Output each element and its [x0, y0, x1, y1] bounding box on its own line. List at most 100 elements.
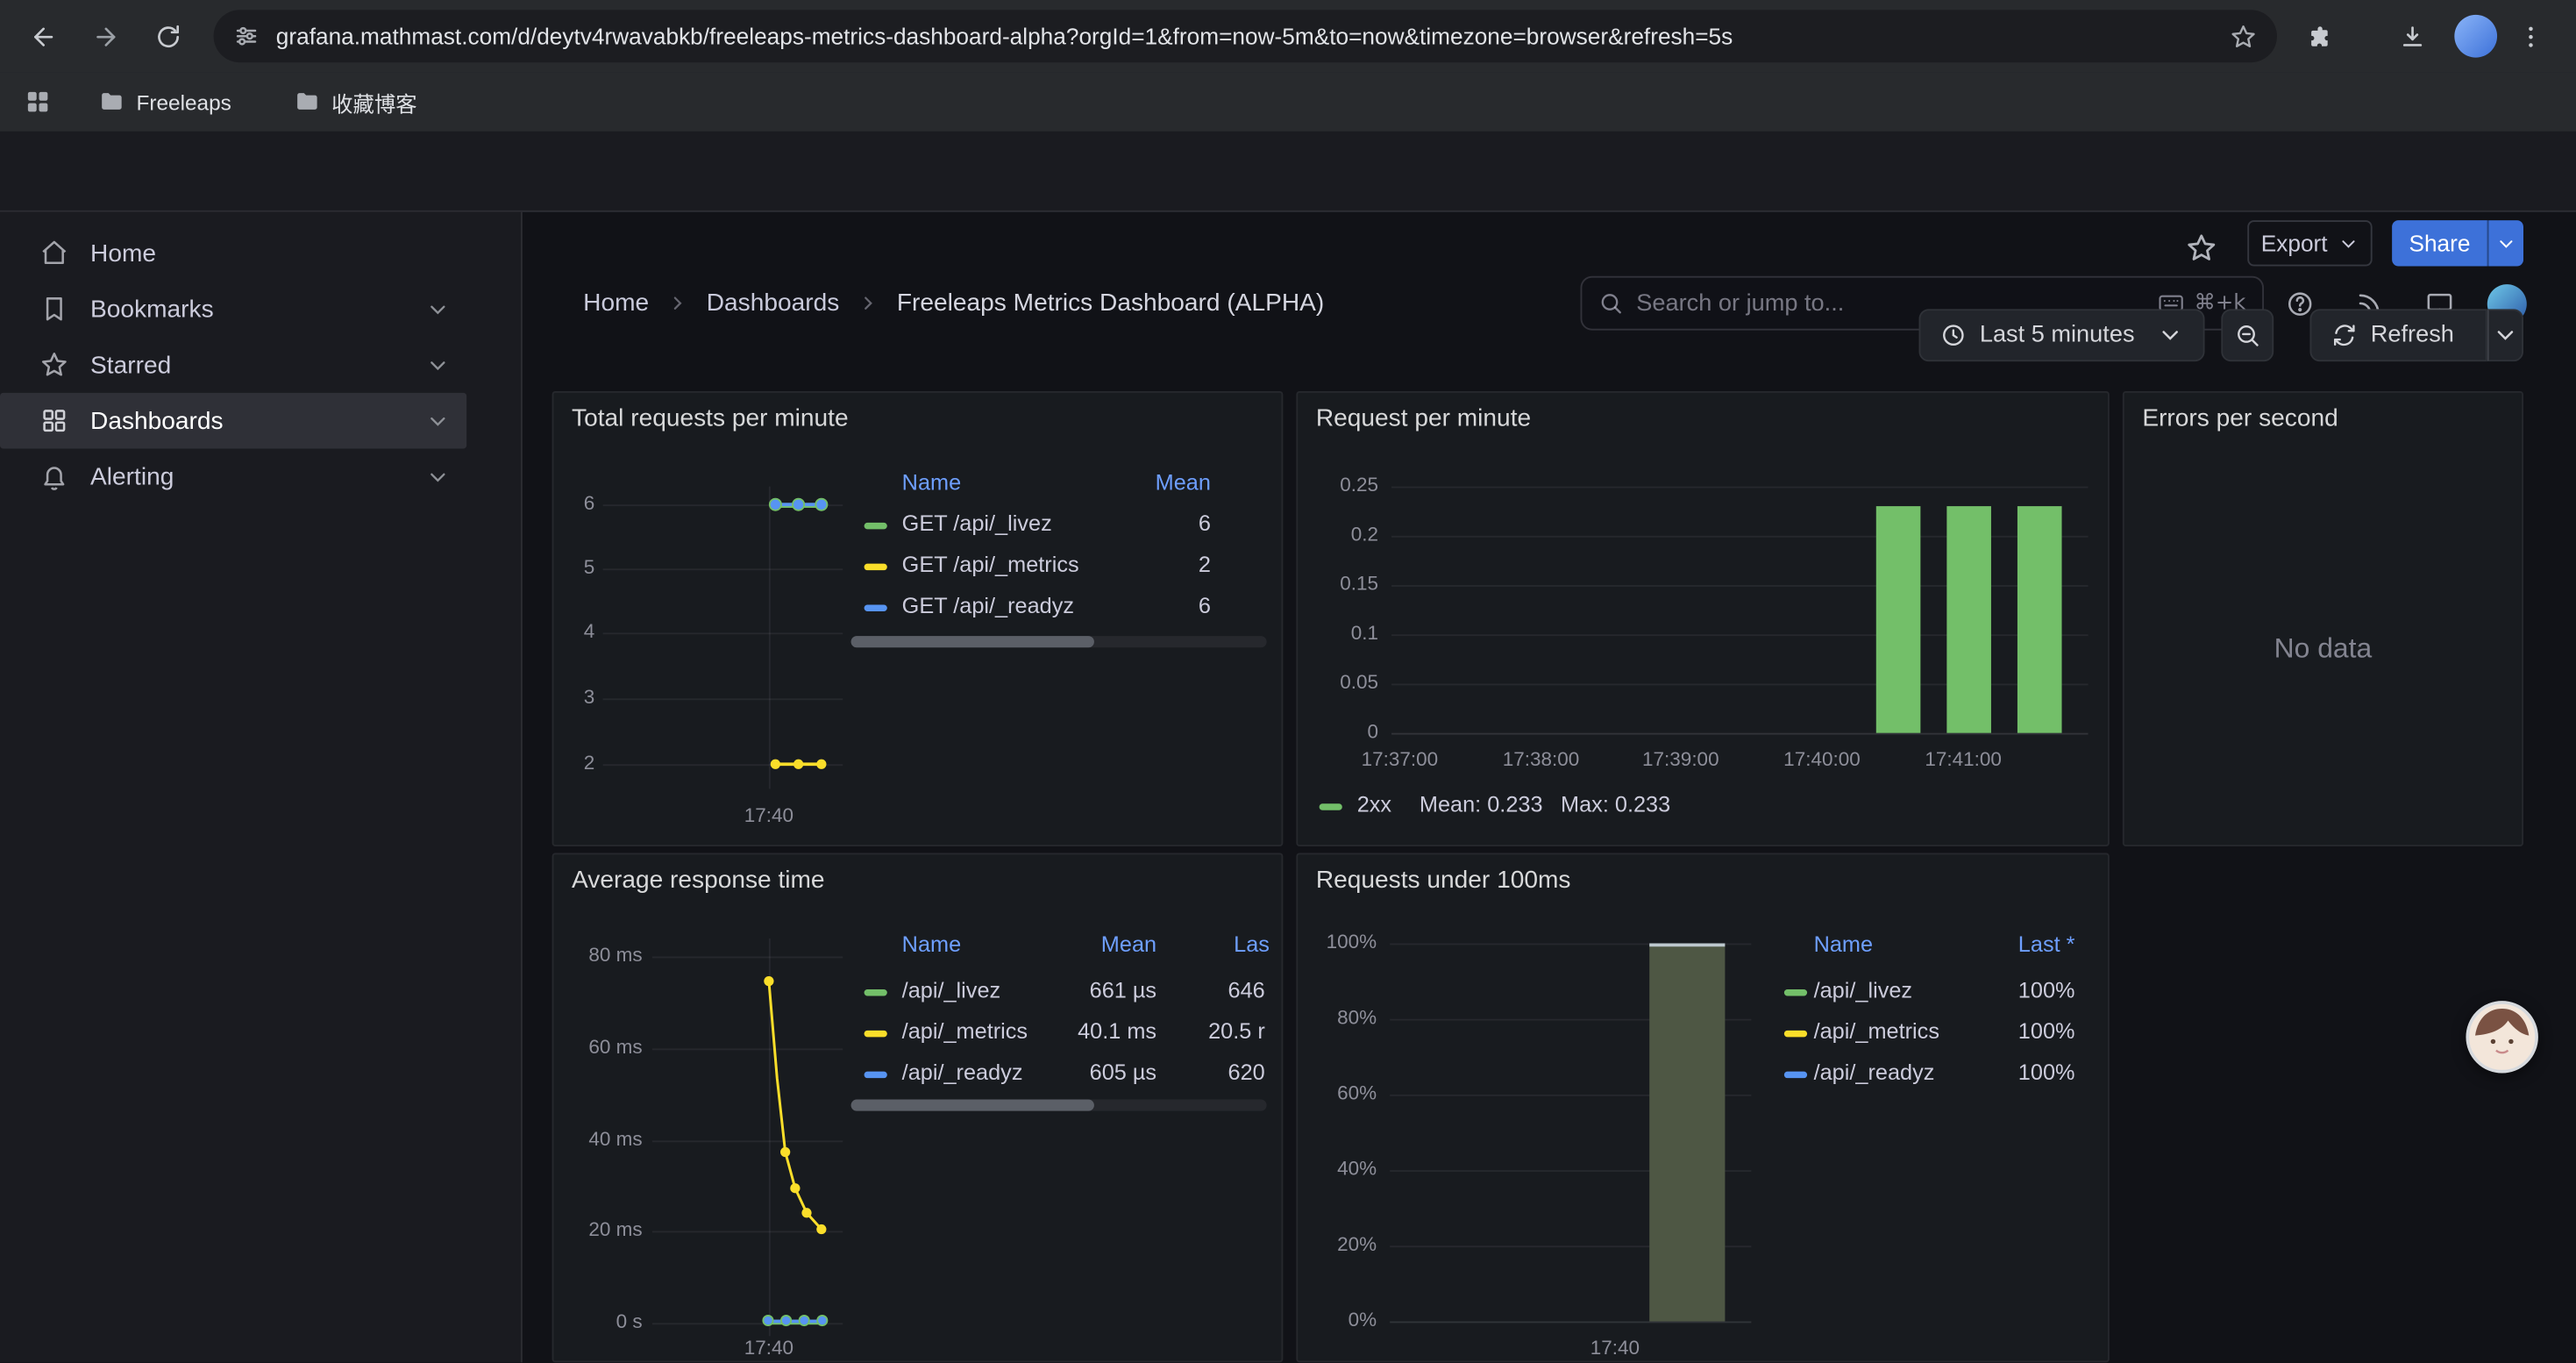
- legend-row: /api/_livez 100%: [1298, 978, 2108, 1008]
- screen: grafana.mathmast.com/d/deytv4rwavabkb/fr…: [0, 0, 2576, 1362]
- time-range-picker[interactable]: Last 5 minutes: [1919, 309, 2205, 361]
- bookmark-icon: [39, 294, 69, 324]
- download-icon[interactable]: [2388, 13, 2434, 59]
- y-tick: 100%: [1305, 931, 1377, 953]
- legend-series-name[interactable]: /api/_livez: [902, 978, 1001, 1003]
- sidebar-item-label: Home: [90, 239, 466, 268]
- url-text[interactable]: grafana.mathmast.com/d/deytv4rwavabkb/fr…: [276, 23, 2230, 49]
- y-tick: 20%: [1305, 1232, 1377, 1255]
- chevron-down-icon[interactable]: [423, 352, 450, 378]
- legend-series-name[interactable]: GET /api/_metrics: [902, 553, 1079, 577]
- series-swatch: [1784, 989, 1807, 995]
- sidebar: Home Bookmarks Starred Dashboards Alerti…: [0, 212, 523, 1363]
- x-tick: 17:41:00: [1906, 748, 2021, 771]
- chevron-down-icon[interactable]: [423, 296, 450, 322]
- panel-title[interactable]: Average response time: [572, 866, 825, 894]
- apps-icon: [39, 406, 69, 436]
- plot-area[interactable]: [553, 459, 854, 796]
- sidebar-item-dashboards[interactable]: Dashboards: [0, 393, 466, 449]
- legend-series-name[interactable]: /api/_readyz: [1814, 1060, 1935, 1085]
- series-swatch: [865, 989, 887, 995]
- y-tick: 0 s: [564, 1309, 643, 1332]
- chevron-right-icon: [857, 293, 879, 314]
- share-menu-button[interactable]: [2487, 220, 2523, 266]
- export-button[interactable]: Export: [2247, 220, 2372, 266]
- legend-series-name[interactable]: /api/_metrics: [902, 1019, 1028, 1044]
- legend-row: 2xx Mean: 0.233 Max: 0.233: [1298, 792, 2108, 822]
- chevron-down-icon: [2157, 322, 2183, 348]
- forward-icon[interactable]: [82, 13, 128, 59]
- legend-series-name[interactable]: /api/_metrics: [1814, 1019, 1939, 1044]
- legend-series-name[interactable]: /api/_livez: [1814, 978, 1913, 1003]
- url-bar[interactable]: grafana.mathmast.com/d/deytv4rwavabkb/fr…: [214, 10, 2277, 62]
- bookmark-item[interactable]: 收藏博客: [284, 81, 427, 124]
- bookmark-item[interactable]: Freeleaps: [89, 81, 241, 124]
- legend-header-last[interactable]: Las: [1234, 931, 1270, 956]
- x-tick: 17:38:00: [1484, 748, 1598, 771]
- scrollbar-thumb[interactable]: [851, 636, 1094, 647]
- extensions-icon[interactable]: [2295, 13, 2341, 59]
- breadcrumb-dashboards[interactable]: Dashboards: [707, 289, 840, 318]
- floating-assistant-avatar[interactable]: [2466, 1001, 2537, 1073]
- legend-row: GET /api/_metrics 2: [553, 553, 1281, 582]
- zoom-out-button[interactable]: [2221, 309, 2274, 361]
- legend-series-last: 646: [1228, 978, 1265, 1003]
- x-tick: 17:40: [1566, 1336, 1664, 1359]
- bookmark-label: 收藏博客: [331, 86, 416, 118]
- panel-title[interactable]: Errors per second: [2142, 404, 2338, 432]
- breadcrumb: Home Dashboards Freeleaps Metrics Dashbo…: [583, 263, 1324, 344]
- legend-series-last: 100%: [2018, 1060, 2075, 1085]
- chevron-down-icon[interactable]: [423, 463, 450, 489]
- series-swatch: [1784, 1072, 1807, 1078]
- legend-scrollbar[interactable]: [851, 1100, 1267, 1111]
- legend-series-name[interactable]: 2xx: [1357, 792, 1391, 817]
- apps-grid-icon[interactable]: [23, 87, 53, 117]
- legend-series-name[interactable]: GET /api/_readyz: [902, 593, 1074, 617]
- sidebar-item-starred[interactable]: Starred: [0, 337, 466, 393]
- legend-header-mean[interactable]: Mean: [1156, 470, 1211, 495]
- star-icon: [39, 350, 69, 380]
- y-tick: 0.05: [1311, 670, 1378, 693]
- sidebar-item-home[interactable]: Home: [0, 225, 466, 282]
- series-swatch: [865, 1031, 887, 1037]
- refresh-button[interactable]: Refresh: [2309, 309, 2487, 361]
- legend-header-name[interactable]: Name: [902, 470, 961, 495]
- legend-series-name[interactable]: /api/_readyz: [902, 1060, 1023, 1085]
- legend-header-name[interactable]: Name: [902, 931, 961, 956]
- reload-icon[interactable]: [145, 13, 190, 59]
- favorite-dashboard-star-icon[interactable]: [2181, 228, 2221, 268]
- back-icon[interactable]: [19, 13, 65, 59]
- scrollbar-thumb[interactable]: [851, 1100, 1094, 1111]
- browser-toolbar: grafana.mathmast.com/d/deytv4rwavabkb/fr…: [0, 0, 2576, 72]
- legend-max-stat: Max: 0.233: [1561, 792, 1670, 817]
- site-info-icon[interactable]: [233, 23, 260, 49]
- legend-header-mean[interactable]: Mean: [1101, 931, 1156, 956]
- sidebar-item-bookmarks[interactable]: Bookmarks: [0, 281, 466, 337]
- browser-profile-avatar[interactable]: [2454, 15, 2497, 58]
- x-tick: 17:39:00: [1623, 748, 1738, 771]
- legend-series-name[interactable]: GET /api/_livez: [902, 511, 1052, 536]
- panel-title[interactable]: Request per minute: [1316, 404, 1531, 432]
- legend-scrollbar[interactable]: [851, 636, 1267, 647]
- legend-row: /api/_metrics 40.1 ms 20.5 r: [553, 1019, 1281, 1049]
- series-swatch: [865, 564, 887, 570]
- breadcrumb-home[interactable]: Home: [583, 289, 649, 318]
- home-icon: [39, 239, 69, 268]
- y-tick: 80 ms: [564, 944, 643, 967]
- export-label: Export: [2261, 230, 2328, 256]
- chevron-down-icon[interactable]: [423, 408, 450, 434]
- x-tick: 17:40: [728, 803, 810, 826]
- panel-title[interactable]: Total requests per minute: [572, 404, 849, 432]
- y-tick: 0.1: [1311, 621, 1378, 644]
- sidebar-item-alerting[interactable]: Alerting: [0, 449, 466, 505]
- legend-row: GET /api/_readyz 6: [553, 593, 1281, 623]
- share-button[interactable]: Share: [2392, 220, 2487, 266]
- browser-menu-icon[interactable]: [2507, 13, 2552, 59]
- legend-header-last[interactable]: Last *: [2018, 931, 2075, 956]
- bookmark-star-icon[interactable]: [2230, 22, 2258, 50]
- legend-header-name[interactable]: Name: [1814, 931, 1873, 956]
- panel-title[interactable]: Requests under 100ms: [1316, 866, 1571, 894]
- refresh-interval-button[interactable]: [2487, 309, 2523, 361]
- legend-row: /api/_readyz 605 µs 620: [553, 1060, 1281, 1090]
- bell-icon: [39, 462, 69, 492]
